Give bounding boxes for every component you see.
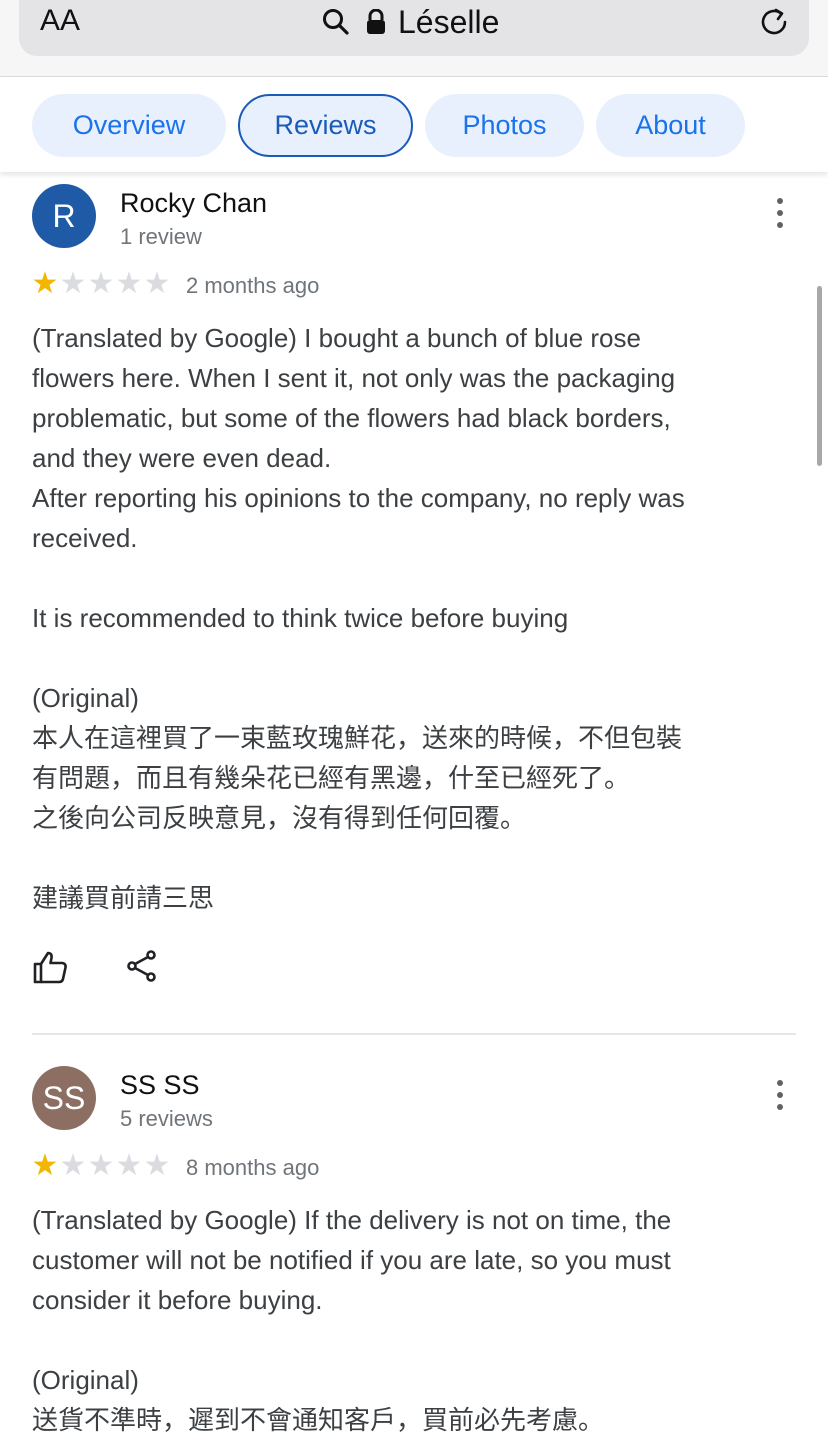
- place-tabs: Overview Reviews Photos About: [0, 77, 828, 172]
- star-icon: ★: [115, 1149, 143, 1182]
- text-size-button[interactable]: AA: [40, 4, 80, 38]
- address-bar-content[interactable]: Léselle: [322, 2, 499, 42]
- share-icon[interactable]: [126, 950, 158, 982]
- review-line: consider it before buying.: [32, 1285, 323, 1315]
- tab-photos[interactable]: Photos: [425, 94, 584, 157]
- thumbs-up-icon[interactable]: [32, 950, 68, 984]
- more-vert-icon[interactable]: [772, 1080, 788, 1116]
- review-text: (Translated by Google) If the delivery i…: [32, 1200, 792, 1440]
- text-size-label: AA: [40, 4, 81, 37]
- avatar[interactable]: R: [32, 184, 96, 248]
- review-line: customer will not be notified if you are…: [32, 1245, 671, 1275]
- review-time: 8 months ago: [186, 1155, 320, 1180]
- review-line: received.: [32, 523, 138, 553]
- review-line: flowers here. When I sent it, not only w…: [32, 363, 676, 393]
- star-rating: ★ ★ ★ ★ ★: [31, 269, 171, 299]
- star-icon: ★: [87, 1149, 115, 1182]
- reviewer-review-count: 5 reviews: [120, 1106, 213, 1131]
- review-line: (Original): [32, 1365, 139, 1395]
- more-vert-icon[interactable]: [772, 198, 788, 234]
- avatar-letter: R: [52, 197, 76, 234]
- reload-icon[interactable]: [756, 4, 792, 40]
- star-icon: ★: [31, 267, 59, 300]
- search-icon: [323, 9, 349, 35]
- star-rating: ★ ★ ★ ★ ★: [31, 1151, 171, 1181]
- review-time: 2 months ago: [186, 273, 320, 298]
- star-icon: ★: [31, 1149, 59, 1182]
- tab-label: About: [635, 110, 706, 140]
- reviewer-review-count: 1 review: [120, 224, 202, 249]
- star-icon: ★: [59, 1149, 87, 1182]
- review-line: After reporting his opinions to the comp…: [32, 483, 685, 513]
- review-line: 本人在這裡買了一束藍玫瑰鮮花，送來的時候，不但包裝: [32, 723, 683, 753]
- review-line: (Translated by Google) I bought a bunch …: [32, 323, 641, 353]
- review-line: and they were even dead.: [32, 443, 332, 473]
- scrollbar[interactable]: [817, 286, 822, 466]
- browser-toolbar: AA Léselle: [0, 0, 828, 77]
- lock-icon: [367, 9, 385, 34]
- review-line: 建議買前請三思: [32, 883, 215, 913]
- avatar-letter: SS: [42, 1079, 86, 1116]
- review-line: problematic, but some of the flowers had…: [32, 403, 671, 433]
- review-text: (Translated by Google) I bought a bunch …: [32, 318, 792, 918]
- star-icon: ★: [143, 1149, 171, 1182]
- avatar[interactable]: SS: [32, 1066, 96, 1130]
- star-icon: ★: [115, 267, 143, 300]
- tab-overview[interactable]: Overview: [32, 94, 226, 157]
- tab-label: Photos: [462, 110, 547, 140]
- tab-label: Overview: [72, 110, 186, 140]
- star-icon: ★: [143, 267, 171, 300]
- review-line: (Translated by Google) If the delivery i…: [32, 1205, 672, 1235]
- star-icon: ★: [87, 267, 115, 300]
- star-icon: ★: [59, 267, 87, 300]
- review-divider: [32, 1033, 796, 1035]
- review-line: (Original): [32, 683, 139, 713]
- reviewer-name[interactable]: Rocky Chan: [120, 188, 267, 219]
- review-line: 之後向公司反映意見，沒有得到任何回覆。: [32, 803, 527, 833]
- reviewer-name[interactable]: SS SS: [120, 1070, 200, 1101]
- review-line: 有問題，而且有幾朵花已經有黑邊，什至已經死了。: [32, 763, 631, 793]
- tab-reviews[interactable]: Reviews: [238, 94, 413, 157]
- tab-about[interactable]: About: [596, 94, 745, 157]
- tab-label: Reviews: [274, 110, 377, 140]
- review-line: 送貨不準時，遲到不會通知客戶，買前必先考慮。: [32, 1405, 605, 1435]
- site-title: Léselle: [398, 3, 500, 40]
- review-line: It is recommended to think twice before …: [32, 603, 569, 633]
